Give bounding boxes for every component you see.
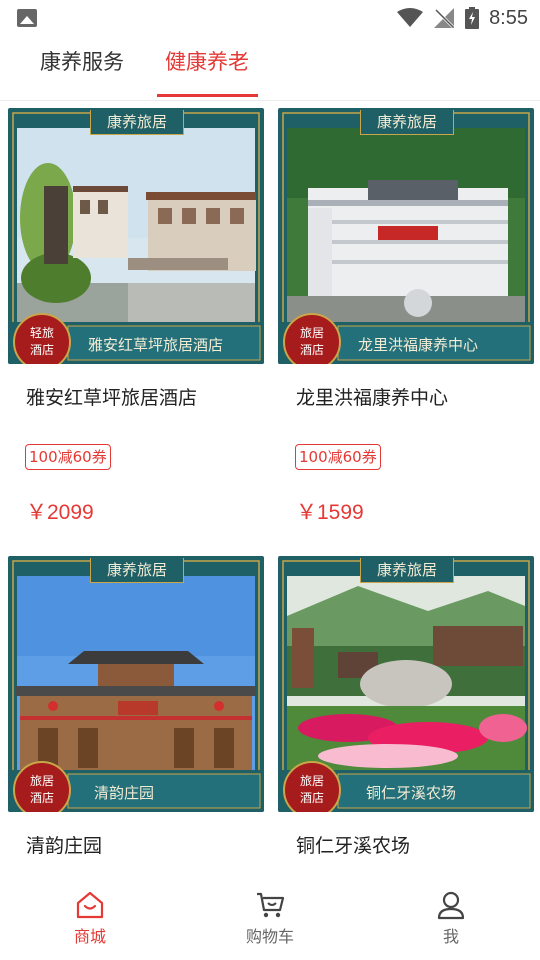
wifi-icon xyxy=(397,8,424,27)
category-tabs: 康养服务 健康养老 xyxy=(0,36,540,101)
nav-me-label: 我 xyxy=(442,927,459,946)
banner-title: 铜仁牙溪农场 xyxy=(366,784,457,802)
product-name[interactable]: 清韵庄园 xyxy=(26,831,102,858)
hotel-seal: 旅居 酒店 xyxy=(299,774,324,805)
product-card[interactable]: 康养旅居 旅居 酒店 龙里洪福康养中心 龙里洪福康养中心 100减60券 ￥15… xyxy=(278,108,534,548)
nav-cart-label: 购物车 xyxy=(245,927,294,946)
product-name[interactable]: 铜仁牙溪农场 xyxy=(296,831,410,858)
image-icon xyxy=(17,9,37,27)
nav-cart[interactable]: 购物车 xyxy=(225,890,315,947)
signal-icon xyxy=(434,8,455,29)
coupon-badge: 100减60券 xyxy=(295,444,381,470)
product-image[interactable]: 康养旅居 旅居 酒店 铜仁牙溪农场 xyxy=(278,556,534,812)
product-image[interactable]: 康养旅居 旅居 酒店 清韵庄园 xyxy=(8,556,264,812)
product-card[interactable]: 康养旅居 轻旅 酒店 雅安红草坪旅居酒店 雅安红草坪旅居酒店 100减60券 ￥… xyxy=(8,108,264,548)
category-badge: 康养旅居 xyxy=(360,558,454,583)
user-icon xyxy=(437,891,465,920)
tab-health-eldercare[interactable]: 健康养老 xyxy=(165,46,249,76)
tab-kangyang-service[interactable]: 康养服务 xyxy=(40,46,124,76)
product-name[interactable]: 雅安红草坪旅居酒店 xyxy=(26,383,197,410)
cart-icon xyxy=(257,892,285,918)
nav-me[interactable]: 我 xyxy=(406,890,496,947)
product-image[interactable]: 康养旅居 旅居 酒店 龙里洪福康养中心 xyxy=(278,108,534,364)
banner-title: 清韵庄园 xyxy=(94,784,155,802)
hotel-seal: 旅居 酒店 xyxy=(299,326,324,357)
clock: 8:55 xyxy=(489,6,528,29)
banner-title: 龙里洪福康养中心 xyxy=(358,336,479,354)
product-price: ￥2099 xyxy=(26,501,94,524)
hotel-seal: 轻旅 酒店 xyxy=(29,326,54,357)
product-image[interactable]: 康养旅居 轻旅 酒店 雅安红草坪旅居酒店 xyxy=(8,108,264,364)
product-name[interactable]: 龙里洪福康养中心 xyxy=(296,383,448,410)
coupon-badge: 100减60券 xyxy=(25,444,111,470)
nav-mall[interactable]: 商城 xyxy=(45,890,135,947)
status-bar: 8:55 xyxy=(0,0,540,36)
banner-title: 雅安红草坪旅居酒店 xyxy=(88,336,224,354)
home-icon xyxy=(76,891,104,919)
category-badge: 康养旅居 xyxy=(90,558,184,583)
product-price: ￥1599 xyxy=(296,501,364,524)
product-card[interactable]: 康养旅居 旅居 酒店 铜仁牙溪农场 铜仁牙溪农场 xyxy=(278,556,534,866)
category-badge: 康养旅居 xyxy=(360,110,454,135)
product-card[interactable]: 康养旅居 旅居 酒店 清韵庄园 清韵庄园 xyxy=(8,556,264,866)
category-badge: 康养旅居 xyxy=(90,110,184,135)
bottom-navigation: 商城 购物车 我 xyxy=(0,872,540,960)
active-tab-indicator xyxy=(157,94,258,97)
battery-icon xyxy=(465,7,480,29)
hotel-seal: 旅居 酒店 xyxy=(29,774,54,805)
nav-mall-label: 商城 xyxy=(73,927,106,946)
